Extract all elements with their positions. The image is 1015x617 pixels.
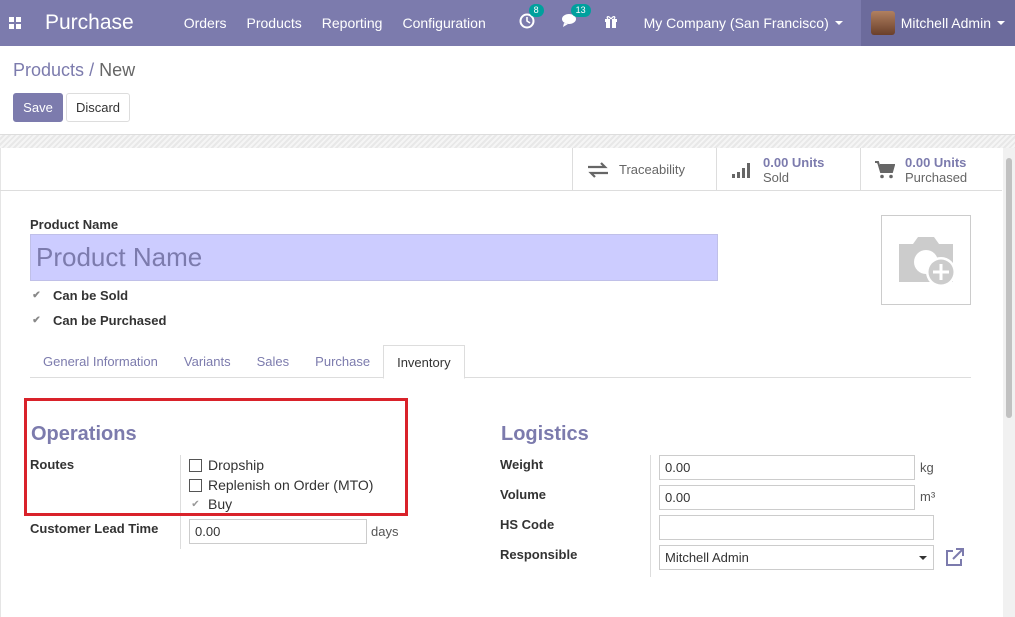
tab-purchase[interactable]: Purchase bbox=[302, 345, 383, 378]
volume-input[interactable]: 0.00 bbox=[659, 485, 915, 510]
traceability-label: Traceability bbox=[619, 162, 685, 177]
chevron-down-icon bbox=[919, 556, 927, 560]
external-link-icon[interactable] bbox=[945, 548, 964, 570]
transfer-arrows-icon bbox=[588, 161, 608, 178]
weight-label: Weight bbox=[500, 457, 544, 472]
company-name: My Company (San Francisco) bbox=[643, 15, 829, 31]
chevron-down-icon bbox=[834, 21, 843, 25]
apps-menu-icon[interactable] bbox=[2, 0, 28, 46]
form-background bbox=[0, 134, 1015, 148]
weight-unit: kg bbox=[920, 460, 934, 475]
purchased-button[interactable]: 0.00 Units Purchased bbox=[860, 148, 1004, 191]
sold-value: 0.00 Units bbox=[763, 154, 825, 170]
customer-lead-time-input[interactable]: 0.00 bbox=[189, 519, 367, 544]
activity-icon[interactable]: 8 bbox=[519, 3, 544, 34]
user-name: Mitchell Admin bbox=[900, 15, 991, 31]
user-menu[interactable]: Mitchell Admin bbox=[860, 0, 1015, 46]
lead-time-unit: days bbox=[371, 524, 399, 539]
product-name-input[interactable]: Product Name bbox=[30, 234, 718, 281]
checkmark-icon: ✔ bbox=[32, 315, 41, 326]
discard-button[interactable]: Discard bbox=[66, 93, 130, 122]
sold-label: Sold bbox=[763, 169, 790, 185]
logistics-title: Logistics bbox=[501, 423, 589, 445]
purchased-label: Purchased bbox=[905, 169, 968, 185]
shopping-cart-icon bbox=[875, 160, 895, 178]
sold-button[interactable]: 0.00 Units Sold bbox=[716, 148, 860, 191]
menu-products[interactable]: Products bbox=[247, 15, 302, 31]
operations-highlight bbox=[24, 398, 408, 516]
messages-badge: 13 bbox=[570, 4, 591, 17]
gift-icon[interactable] bbox=[604, 14, 618, 33]
can-be-purchased-checkbox[interactable]: ✔ Can be Purchased bbox=[30, 313, 166, 328]
notebook-tabs: General Information Variants Sales Purch… bbox=[30, 345, 971, 379]
scrollbar-thumb[interactable] bbox=[1006, 158, 1012, 418]
tab-variants[interactable]: Variants bbox=[171, 345, 244, 378]
checkmark-icon: ✔ bbox=[32, 290, 41, 301]
customer-lead-time-label: Customer Lead Time bbox=[30, 521, 159, 536]
breadcrumb: Products / New bbox=[13, 60, 135, 81]
volume-label: Volume bbox=[500, 487, 546, 502]
avatar bbox=[870, 11, 895, 35]
purchased-value: 0.00 Units bbox=[905, 154, 967, 170]
field-separator bbox=[650, 455, 651, 577]
volume-unit: m³ bbox=[920, 489, 936, 504]
can-be-sold-label: Can be Sold bbox=[53, 288, 129, 303]
menu-reporting[interactable]: Reporting bbox=[322, 15, 383, 31]
hs-code-label: HS Code bbox=[500, 517, 555, 532]
bar-chart-icon bbox=[732, 162, 750, 178]
can-be-purchased-label: Can be Purchased bbox=[53, 313, 167, 328]
responsible-label: Responsible bbox=[500, 547, 578, 562]
hs-code-input[interactable] bbox=[659, 515, 934, 540]
tab-sales[interactable]: Sales bbox=[244, 345, 303, 378]
messages-icon[interactable]: 13 bbox=[561, 4, 591, 33]
breadcrumb-current: New bbox=[99, 60, 136, 80]
responsible-value: Mitchell Admin bbox=[665, 550, 749, 565]
menu-orders[interactable]: Orders bbox=[184, 15, 227, 31]
can-be-sold-checkbox[interactable]: ✔ Can be Sold bbox=[30, 288, 128, 303]
tab-general-information[interactable]: General Information bbox=[30, 345, 171, 378]
camera-plus-icon bbox=[899, 237, 956, 287]
traceability-button[interactable]: Traceability bbox=[572, 148, 716, 191]
app-title[interactable]: Purchase bbox=[45, 11, 134, 35]
chevron-down-icon bbox=[997, 21, 1005, 25]
company-switcher[interactable]: My Company (San Francisco) bbox=[644, 15, 843, 31]
top-navbar: Purchase Orders Products Reporting Confi… bbox=[0, 0, 1015, 46]
product-image-upload[interactable] bbox=[881, 215, 971, 305]
responsible-select[interactable]: Mitchell Admin bbox=[659, 545, 934, 570]
tab-inventory[interactable]: Inventory bbox=[383, 345, 465, 379]
smart-button-box: Traceability 0.00 Units Sold 0.00 Units … bbox=[572, 148, 1004, 191]
product-name-label: Product Name bbox=[30, 217, 119, 232]
divider bbox=[0, 190, 1002, 191]
scrollbar[interactable] bbox=[1003, 148, 1015, 617]
breadcrumb-separator: / bbox=[89, 60, 95, 80]
menu-configuration[interactable]: Configuration bbox=[402, 15, 485, 31]
weight-input[interactable]: 0.00 bbox=[659, 455, 915, 480]
save-button[interactable]: Save bbox=[13, 93, 63, 122]
breadcrumb-parent[interactable]: Products bbox=[13, 60, 84, 80]
activity-badge: 8 bbox=[528, 3, 544, 17]
